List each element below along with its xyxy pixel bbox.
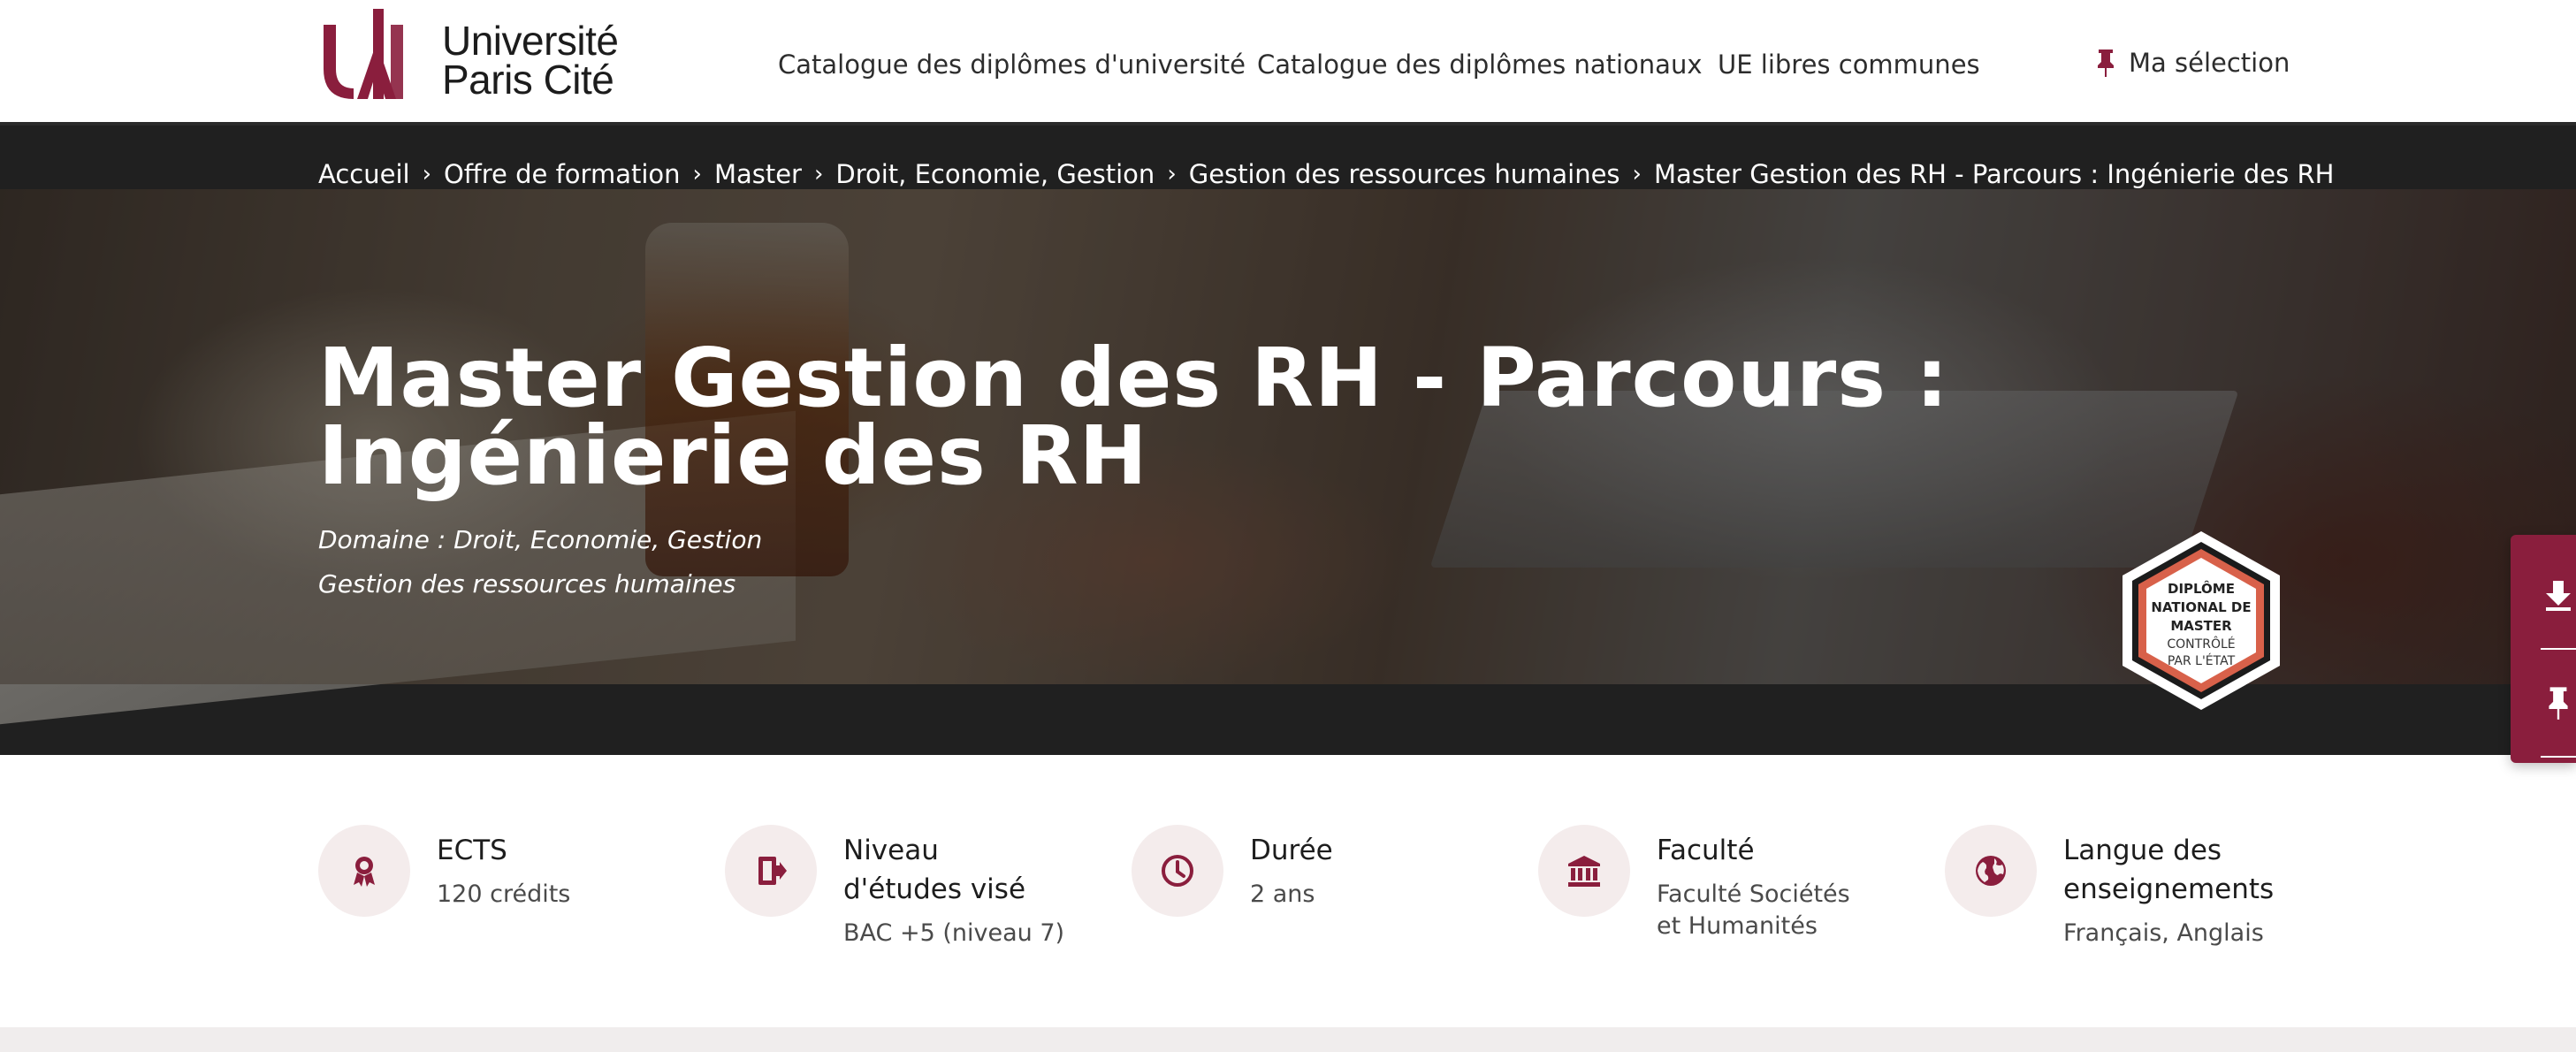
chevron-right-icon: › (1167, 161, 1177, 187)
logo-line-2: Paris Cité (442, 57, 614, 103)
institution-icon (1568, 856, 1600, 887)
breadcrumb: Accueil › Offre de formation › Master › … (318, 159, 2334, 189)
info-label-line-1: Niveau (843, 835, 939, 866)
info-label: Faculté (1657, 835, 1755, 866)
badge-line-3: MASTER (2170, 618, 2232, 634)
info-icon-circle (1132, 825, 1223, 917)
download-icon[interactable] (2541, 577, 2576, 613)
side-tab-divider (2541, 756, 2576, 758)
info-icon-circle (1538, 825, 1630, 917)
award-icon (354, 857, 375, 887)
info-label-line-2: d'études visé (843, 873, 1026, 905)
chevron-right-icon: › (692, 161, 702, 187)
logo-emblem-icon (324, 9, 403, 99)
university-logo[interactable]: Université Paris Cité (318, 7, 654, 106)
info-value: 2 ans (1250, 880, 1315, 908)
info-label: ECTS (437, 835, 507, 866)
info-value: Faculté Sociétés et Humanités (1657, 879, 1850, 942)
logo-wordmark: Université Paris Cité (442, 18, 619, 103)
breadcrumb-item-accueil[interactable]: Accueil (318, 159, 410, 189)
badge-line-5: PAR L'ÉTAT (2168, 653, 2236, 668)
breadcrumb-item-domaine[interactable]: Droit, Economie, Gestion (835, 159, 1155, 189)
section-divider (0, 1027, 2576, 1052)
page-title: Master Gestion des RH - Parcours : Ingén… (318, 331, 1949, 503)
info-value-line-1: Faculté Sociétés (1657, 880, 1850, 908)
logo-line-1: Université (442, 18, 619, 64)
pin-icon (2098, 50, 2114, 77)
breadcrumb-item-master[interactable]: Master (714, 159, 802, 189)
info-icon-circle (1945, 825, 2037, 917)
chevron-right-icon: › (1632, 161, 1642, 187)
chevron-right-icon: › (813, 161, 824, 187)
globe-icon (1976, 856, 2006, 886)
national-master-badge: DIPLÔME NATIONAL DE MASTER CONTRÔLÉ PAR … (2123, 531, 2280, 710)
info-label-line-1: Langue des (2063, 835, 2222, 866)
info-label: Langue des enseignements (2063, 831, 2274, 909)
side-tab-divider (2541, 648, 2576, 650)
site-header: Université Paris Cité Catalogue des dipl… (0, 0, 2576, 126)
info-label: Durée (1250, 835, 1333, 866)
hero-banner: Accueil › Offre de formation › Master › … (0, 126, 2576, 755)
clock-icon (1162, 855, 1193, 887)
door-exit-icon (758, 857, 787, 885)
info-value: BAC +5 (niveau 7) (843, 919, 1065, 947)
info-label-line-2: enseignements (2063, 873, 2275, 905)
hero-domain: Domaine : Droit, Economie, Gestion (318, 525, 763, 554)
breadcrumb-item-mention[interactable]: Gestion des ressources humaines (1189, 159, 1620, 189)
info-value-line-2: et Humanités (1657, 912, 1818, 940)
breadcrumb-item-current: Master Gestion des RH - Parcours : Ingén… (1653, 159, 2335, 189)
info-value: 120 crédits (437, 880, 571, 908)
badge-line-4: CONTRÔLÉ (2167, 636, 2235, 652)
info-label: Niveau d'études visé (843, 831, 1025, 909)
badge-line-1: DIPLÔME (2168, 580, 2235, 597)
nav-link-ue-libres[interactable]: UE libres communes (1718, 50, 1980, 80)
breadcrumb-item-offre[interactable]: Offre de formation (444, 159, 681, 189)
chevron-right-icon: › (422, 161, 431, 187)
hero-mention: Gestion des ressources humaines (318, 569, 736, 598)
info-value: Français, Anglais (2063, 919, 2264, 947)
my-selection-link[interactable]: Ma sélection (2095, 48, 2290, 78)
my-selection-label: Ma sélection (2129, 48, 2290, 78)
pin-icon[interactable] (2541, 685, 2576, 720)
info-icon-circle (725, 825, 817, 917)
nav-link-catalogue-nationaux[interactable]: Catalogue des diplômes nationaux (1257, 50, 1703, 80)
info-icon-circle (318, 825, 410, 917)
floating-actions-tab (2511, 535, 2576, 763)
badge-line-2: NATIONAL DE (2151, 599, 2251, 615)
nav-link-catalogue-du[interactable]: Catalogue des diplômes d'université (778, 50, 1246, 80)
